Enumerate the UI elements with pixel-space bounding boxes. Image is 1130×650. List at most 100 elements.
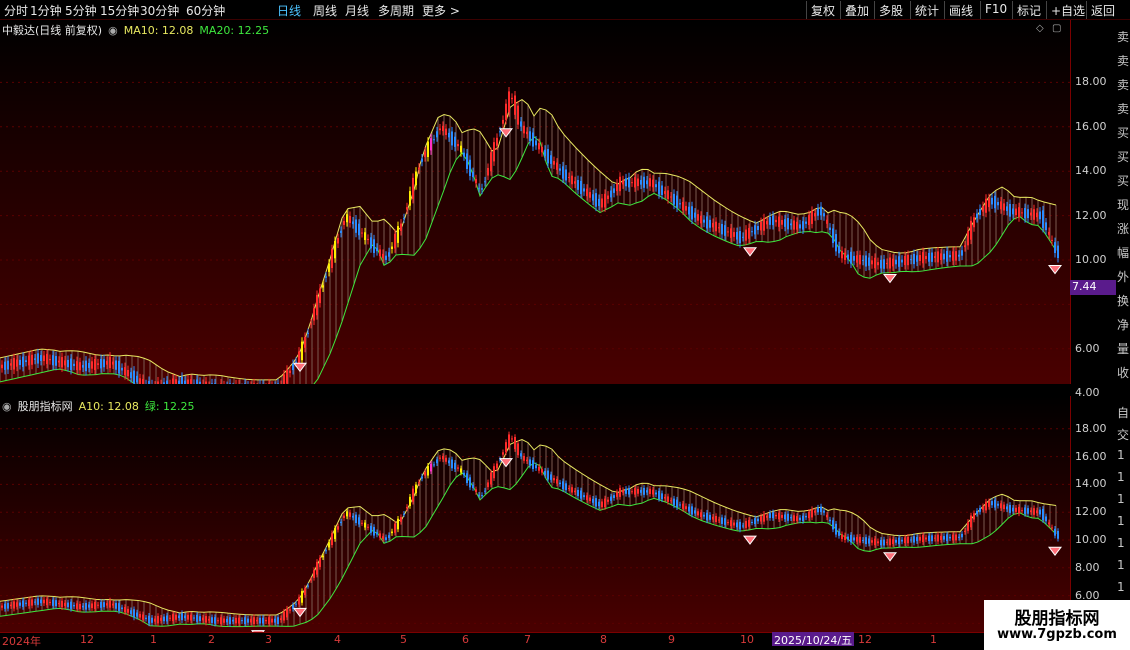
candle-body: [646, 490, 648, 493]
candle-body: [613, 495, 615, 498]
candle-body: [31, 599, 33, 606]
stock-title[interactable]: 中毅达(日线 前复权): [2, 24, 102, 37]
toolbar-button[interactable]: 画线: [944, 1, 977, 19]
side-strip-label: 卖: [1117, 30, 1130, 44]
toolbar-button[interactable]: 多股: [874, 1, 907, 19]
candle-body: [544, 149, 546, 157]
candle-body: [277, 617, 279, 625]
candle-body: [652, 179, 654, 188]
watermark-url: www.7gpzb.com: [997, 627, 1117, 642]
candle-body: [52, 355, 54, 366]
toolbar-button[interactable]: 返回: [1086, 1, 1119, 19]
candle-body: [514, 95, 516, 115]
candle-body: [55, 356, 57, 366]
period-tab[interactable]: 分时: [4, 2, 28, 19]
indicator-chart-canvas[interactable]: [0, 396, 1070, 632]
indicator-settings-icon[interactable]: ◉: [2, 400, 12, 413]
toolbar-button[interactable]: 统计: [910, 1, 943, 19]
candle-body: [988, 501, 990, 507]
candle-body: [130, 610, 132, 614]
signal-gem-icon[interactable]: [883, 552, 897, 562]
toolbar-button[interactable]: F10: [980, 1, 1011, 19]
period-tab[interactable]: 更多 >: [422, 2, 460, 19]
period-tab[interactable]: 周线: [313, 2, 337, 19]
toolbar-button[interactable]: 标记: [1012, 1, 1045, 19]
candle-body: [799, 224, 801, 229]
candle-body: [400, 223, 402, 231]
candle-body: [871, 260, 873, 265]
candle-body: [442, 456, 444, 460]
settings-icon[interactable]: ◉: [108, 24, 118, 37]
quote-side-strip[interactable]: 卖卖卖卖买买买现涨幅外换净量收: [1116, 20, 1130, 396]
candle-body: [322, 555, 324, 558]
candle-body: [910, 539, 912, 541]
candle-body: [991, 197, 993, 205]
candle-body: [700, 215, 702, 224]
candle-body: [553, 478, 555, 481]
period-tab[interactable]: 15分钟: [100, 2, 139, 19]
candle-body: [448, 460, 450, 464]
period-tab[interactable]: 多周期: [378, 2, 414, 19]
candle-body: [256, 619, 258, 622]
candle-body: [298, 351, 300, 364]
candle-body: [823, 213, 825, 217]
side-strip-label: 1: [1117, 448, 1125, 462]
candle-body: [391, 531, 393, 534]
side-strip-label: 现: [1117, 198, 1130, 212]
candle-body: [571, 175, 573, 185]
candle-body: [490, 472, 492, 485]
price-chart-canvas[interactable]: [0, 20, 1070, 384]
indicator-chart[interactable]: ◉ 股朋指标网 A10: 12.08 绿: 12.25: [0, 396, 1070, 632]
period-tab[interactable]: 5分钟: [65, 2, 97, 19]
panel-toggle-icon[interactable]: ▢: [1052, 23, 1061, 34]
signal-gem-icon[interactable]: [883, 273, 897, 284]
candle-body: [778, 512, 780, 520]
candle-body: [133, 609, 135, 618]
candle-body: [73, 604, 75, 607]
side-strip-label: 换: [1117, 294, 1130, 308]
candle-body: [604, 498, 606, 508]
candle-body: [526, 459, 528, 462]
signal-gem-icon[interactable]: [293, 607, 307, 618]
candle-body: [751, 231, 753, 233]
signal-gem-icon[interactable]: [1048, 546, 1062, 557]
candle-body: [703, 514, 705, 517]
candle-body: [343, 515, 345, 519]
panel-separator[interactable]: [0, 384, 1130, 396]
diamond-icon[interactable]: ◇: [1036, 23, 1044, 34]
candle-body: [721, 223, 723, 235]
candle-body: [67, 359, 69, 368]
main-price-chart[interactable]: 中毅达(日线 前复权) ◉ MA10: 12.08 MA20: 12.25 ◇ ▢: [0, 20, 1070, 384]
candle-body: [835, 234, 837, 252]
toolbar-button[interactable]: 复权: [806, 1, 839, 19]
toolbar-button[interactable]: 叠加: [840, 1, 873, 19]
indicator-title[interactable]: 股朋指标网: [18, 400, 73, 413]
period-tab[interactable]: 月线: [345, 2, 369, 19]
candle-body: [670, 196, 672, 198]
period-tab[interactable]: 1分钟: [30, 2, 62, 19]
candle-body: [382, 536, 384, 539]
candle-body: [859, 254, 861, 265]
candle-body: [556, 478, 558, 484]
signal-gem-icon[interactable]: [1048, 265, 1062, 275]
period-tab[interactable]: 日线: [277, 2, 301, 19]
candle-body: [493, 142, 495, 162]
candle-body: [373, 527, 375, 536]
toolbar-button[interactable]: +自选: [1046, 1, 1089, 19]
candle-body: [979, 508, 981, 512]
candle-body: [832, 520, 834, 530]
period-tab[interactable]: 60分钟: [186, 2, 225, 19]
candle-body: [1003, 203, 1005, 211]
candle-body: [733, 232, 735, 237]
candle-body: [502, 452, 504, 455]
candle-body: [994, 499, 996, 508]
candle-body: [76, 603, 78, 609]
indicator-side-strip[interactable]: 自交111111111: [1116, 396, 1130, 632]
signal-gem-icon[interactable]: [743, 247, 757, 257]
candle-body: [271, 618, 273, 623]
candle-body: [667, 190, 669, 200]
candle-body: [88, 362, 90, 368]
candle-body: [994, 195, 996, 209]
period-tab[interactable]: 30分钟: [140, 2, 179, 19]
signal-gem-icon[interactable]: [293, 362, 307, 373]
